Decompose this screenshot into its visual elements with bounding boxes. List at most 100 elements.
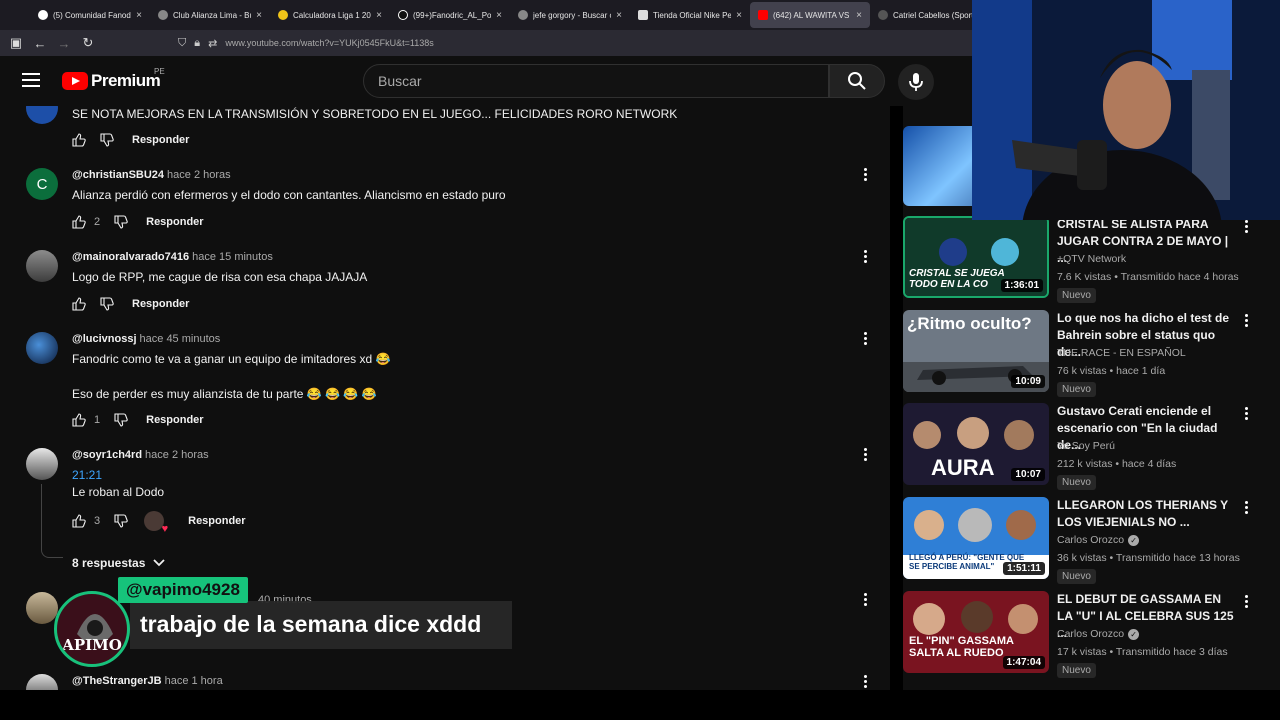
browser-tab[interactable]: jefe gorgory - Buscar c ×	[510, 2, 630, 28]
thread-line	[41, 484, 63, 558]
view-replies-button[interactable]: 8 respuestas	[72, 556, 166, 570]
comment-menu-icon[interactable]	[862, 675, 868, 688]
video-menu-icon[interactable]	[1243, 595, 1249, 608]
close-icon[interactable]: ×	[856, 10, 862, 21]
comment-author[interactable]: @christianSBU24	[72, 169, 164, 181]
video-meta: 212 k vistas • hace 4 días	[1057, 458, 1177, 470]
channel-name[interactable]: Carlos Orozco ✓	[1057, 628, 1140, 640]
video-title[interactable]: LLEGARON LOS THERIANS Y LOS VIEJENIALS N…	[1057, 497, 1237, 531]
comment-time[interactable]: hace 2 horas	[145, 449, 209, 461]
youtube-logo[interactable]: Premium PE	[62, 67, 165, 91]
video-thumbnail[interactable]: EL "PIN" GASSAMA SALTA AL RUEDO 1:47:04	[903, 591, 1049, 673]
video-menu-icon[interactable]	[1243, 407, 1249, 420]
recommended-video[interactable]: CRISTAL SE JUEGA TODO EN LA CO 1:36:01 C…	[903, 216, 1263, 303]
avatar[interactable]	[26, 448, 58, 480]
browser-tab[interactable]: Club Alianza Lima - Bu ×	[150, 2, 270, 28]
youtube-play-icon	[62, 72, 88, 90]
back-icon[interactable]: ←	[28, 36, 52, 51]
tiktok-icon	[398, 10, 408, 20]
close-icon[interactable]: ×	[616, 10, 622, 21]
reply-button[interactable]: Responder	[146, 414, 203, 426]
comment-menu-icon[interactable]	[862, 448, 868, 461]
comment-author[interactable]: @mainoralvarado7416	[72, 251, 189, 263]
thumbs-down-icon[interactable]	[114, 514, 128, 528]
recommended-video[interactable]: ¿Ritmo oculto? 10:09 Lo que nos ha dicho…	[903, 310, 1263, 397]
video-menu-icon[interactable]	[1243, 220, 1249, 233]
timestamp-link[interactable]: 21:21	[72, 468, 102, 482]
hamburger-menu-icon[interactable]	[22, 73, 40, 87]
close-icon[interactable]: ×	[496, 10, 502, 21]
comment-header: @soyr1ch4rd hace 2 horas	[72, 449, 209, 461]
recommended-video[interactable]: AURA 10:07 Gustavo Cerati enciende el es…	[903, 403, 1263, 490]
comment-menu-icon[interactable]	[862, 168, 868, 181]
thumbs-down-icon[interactable]	[100, 297, 114, 311]
comment-time[interactable]: hace 45 minutos	[140, 333, 221, 345]
channel-name[interactable]: Carlos Orozco ✓	[1057, 534, 1140, 546]
avatar[interactable]	[26, 674, 58, 690]
browser-tab-active[interactable]: (642) AL WAWITA VS Y ×	[750, 2, 870, 28]
thumbs-up-icon[interactable]	[72, 514, 86, 528]
address-bar[interactable]: ⛉ 🔒︎ ⇄ www.youtube.com/watch?v=YUKj0545F…	[178, 34, 434, 52]
thumbs-up-icon[interactable]	[72, 413, 86, 427]
thumbs-up-icon[interactable]	[72, 297, 86, 311]
overlay-message: trabajo de la semana dice xddd	[130, 601, 512, 649]
video-thumbnail[interactable]: AURA 10:07	[903, 403, 1049, 485]
video-menu-icon[interactable]	[1243, 501, 1249, 514]
close-icon[interactable]: ×	[256, 10, 262, 21]
search-input[interactable]	[364, 65, 828, 97]
avatar[interactable]	[26, 332, 58, 364]
comment-menu-icon[interactable]	[862, 250, 868, 263]
search-icon	[848, 72, 866, 90]
video-duration: 10:07	[1011, 468, 1045, 481]
close-icon[interactable]: ×	[376, 10, 382, 21]
close-icon[interactable]: ×	[736, 10, 742, 21]
video-thumbnail[interactable]: CRISTAL SE JUEGA TODO EN LA CO 1:36:01	[903, 216, 1049, 298]
sidebar-toggle-icon[interactable]: ▣	[4, 35, 28, 51]
comment-author[interactable]: @soyr1ch4rd	[72, 449, 142, 461]
forward-icon[interactable]: →	[52, 36, 76, 51]
comment-author[interactable]: @lucivnossj	[72, 333, 137, 345]
comment-menu-icon[interactable]	[862, 593, 868, 606]
video-thumbnail[interactable]: ¿Ritmo oculto? 10:09	[903, 310, 1049, 392]
recommended-video[interactable]: LLEGÓ A PERÚ: "GENTE QUE SE PERCIBE ANIM…	[903, 497, 1263, 584]
reload-icon[interactable]: ↻	[76, 35, 100, 51]
search-button[interactable]	[829, 64, 885, 98]
reply-button[interactable]: Responder	[132, 134, 189, 146]
browser-tab[interactable]: (99+)Fanodric_AL_Porc ×	[390, 2, 510, 28]
close-icon[interactable]: ×	[136, 10, 142, 21]
avatar[interactable]: C	[26, 168, 58, 200]
voice-search-button[interactable]	[898, 64, 934, 100]
thumbs-down-icon[interactable]	[114, 413, 128, 427]
video-menu-icon[interactable]	[1243, 314, 1249, 327]
browser-tab[interactable]: Tienda Oficial Nike Per ×	[630, 2, 750, 28]
reply-button[interactable]: Responder	[146, 216, 203, 228]
new-badge: Nuevo	[1057, 475, 1096, 490]
channel-name[interactable]: +QTV Network	[1057, 253, 1126, 265]
comment-time[interactable]: hace 1 hora	[165, 675, 223, 687]
thumbs-up-icon[interactable]	[72, 215, 86, 229]
comment-time[interactable]: hace 2 horas	[167, 169, 231, 181]
comment-text: Alianza perdió con efermeros y el dodo c…	[72, 188, 506, 202]
comment-actions: 1 Responder	[72, 412, 204, 428]
browser-tab[interactable]: (5) Comunidad Fanodric ×	[30, 2, 150, 28]
thumbs-down-icon[interactable]	[100, 133, 114, 147]
comment-time[interactable]: hace 15 minutos	[192, 251, 273, 263]
reply-button[interactable]: Responder	[188, 515, 245, 527]
video-thumbnail[interactable]: LLEGÓ A PERÚ: "GENTE QUE SE PERCIBE ANIM…	[903, 497, 1049, 579]
url-text[interactable]: www.youtube.com/watch?v=YUKj0545FkU&t=11…	[225, 38, 433, 48]
channel-name[interactable]: Yo Soy Perú	[1057, 440, 1115, 452]
comment-menu-icon[interactable]	[862, 332, 868, 345]
video-duration: 1:36:01	[1000, 279, 1043, 292]
browser-tab[interactable]: Calculadora Liga 1 2026 ×	[270, 2, 390, 28]
channel-name[interactable]: THE RACE - EN ESPAÑOL	[1057, 347, 1186, 359]
thumbs-up-icon[interactable]	[72, 133, 86, 147]
comment-author[interactable]: @TheStrangerJB	[72, 675, 162, 687]
reply-button[interactable]: Responder	[132, 298, 189, 310]
avatar[interactable]	[26, 106, 58, 124]
recommended-video[interactable]: EL "PIN" GASSAMA SALTA AL RUEDO 1:47:04 …	[903, 591, 1263, 678]
x-logo-icon	[38, 10, 48, 20]
thumbs-down-icon[interactable]	[114, 215, 128, 229]
avatar[interactable]	[26, 250, 58, 282]
site-icon	[878, 10, 888, 20]
verified-icon: ✓	[1128, 534, 1140, 546]
